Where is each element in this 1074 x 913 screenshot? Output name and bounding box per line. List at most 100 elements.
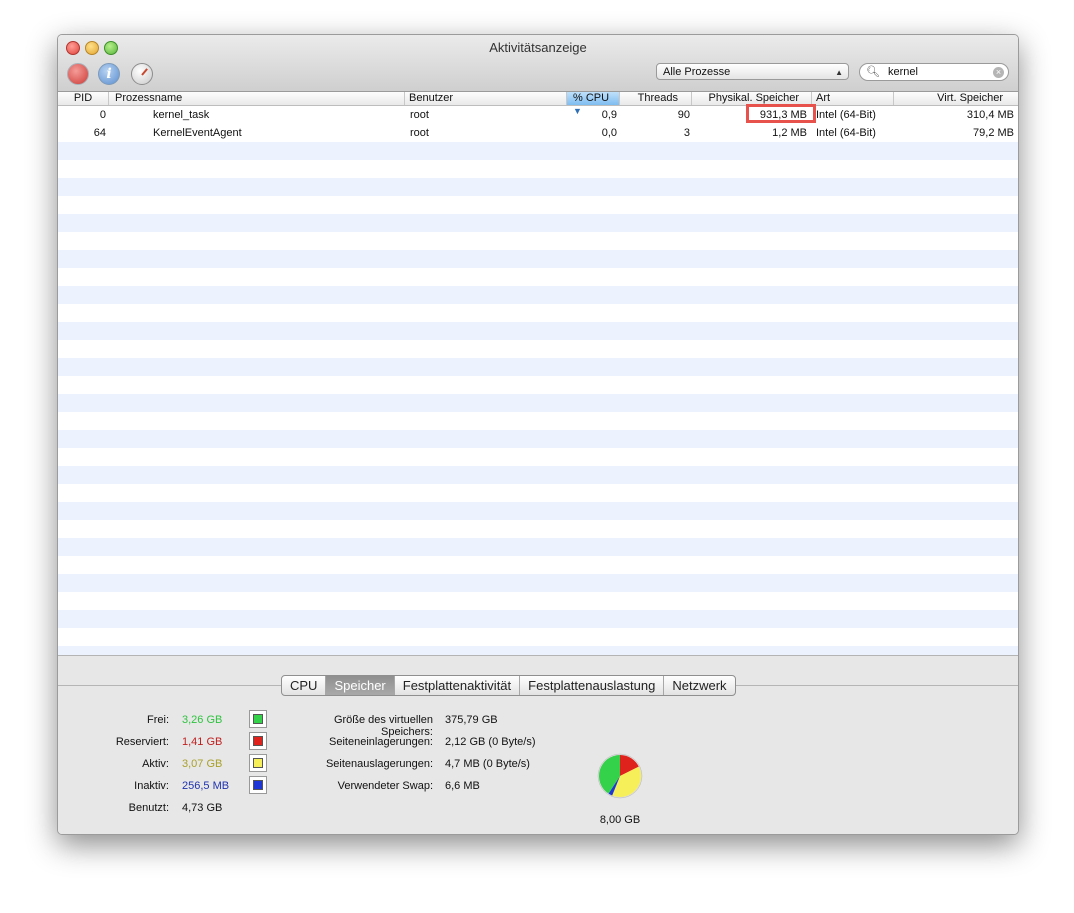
page-outs-label: Seitenauslagerungen:	[325, 758, 433, 770]
empty-row	[58, 466, 1018, 484]
quit-process-button[interactable]	[67, 63, 89, 85]
column-threads[interactable]: Threads	[620, 92, 692, 105]
activity-monitor-window: Aktivitätsanzeige i Alle Prozesse ▲ 🔍︎ k…	[57, 34, 1019, 835]
process-filter-value: Alle Prozesse	[663, 66, 731, 78]
empty-row	[58, 574, 1018, 592]
info-icon: i	[106, 66, 112, 82]
virtual-memory-cell: 310,4 MB	[966, 109, 1014, 121]
tab-disk-activity[interactable]: Festplattenaktivität	[395, 676, 521, 695]
table-header: PID Prozessname Benutzer % CPU ▼ Threads…	[58, 92, 1018, 116]
page-outs-value: 4,7 MB (0 Byte/s)	[445, 758, 530, 770]
empty-row	[58, 286, 1018, 304]
sample-process-button[interactable]	[131, 63, 153, 85]
active-value: 3,07 GB	[182, 758, 223, 770]
free-value: 3,26 GB	[182, 714, 223, 726]
empty-row	[58, 358, 1018, 376]
cpu-cell: 0,0	[601, 127, 617, 139]
empty-row	[58, 250, 1018, 268]
empty-row	[58, 556, 1018, 574]
titlebar: Aktivitätsanzeige i Alle Prozesse ▲ 🔍︎ k…	[58, 35, 1018, 92]
empty-row	[58, 232, 1018, 250]
process-filter-select[interactable]: Alle Prozesse ▲	[656, 63, 849, 80]
empty-row	[58, 196, 1018, 214]
empty-row	[58, 484, 1018, 502]
free-label: Frei:	[147, 714, 169, 726]
process-table: PID Prozessname Benutzer % CPU ▼ Threads…	[58, 92, 1018, 655]
empty-row	[58, 412, 1018, 430]
empty-row	[58, 628, 1018, 646]
search-field[interactable]: 🔍︎ kernel ×	[859, 63, 1009, 81]
empty-row	[58, 340, 1018, 358]
vm-size-value: 375,79 GB	[445, 714, 498, 726]
inspect-info-button[interactable]: i	[98, 63, 120, 85]
user-cell: root	[410, 127, 429, 139]
empty-row	[58, 610, 1018, 628]
column-user[interactable]: Benutzer	[405, 92, 567, 105]
user-cell: root	[410, 109, 429, 121]
wired-value: 1,41 GB	[182, 736, 223, 748]
empty-row	[58, 448, 1018, 466]
kind-cell: Intel (64-Bit)	[816, 127, 876, 139]
clear-search-icon[interactable]: ×	[993, 67, 1004, 78]
empty-row	[58, 322, 1018, 340]
vm-size-label: Größe des virtuellen Speichers:	[333, 714, 433, 738]
used-label: Benutzt:	[128, 802, 169, 814]
free-color-swatch[interactable]	[249, 710, 267, 728]
empty-row	[58, 592, 1018, 610]
empty-row	[58, 268, 1018, 286]
inactive-value: 256,5 MB	[182, 780, 230, 792]
pid-cell: 64	[93, 127, 106, 139]
empty-row	[58, 430, 1018, 448]
empty-row	[58, 502, 1018, 520]
empty-row	[58, 394, 1018, 412]
memory-pie-chart	[597, 753, 643, 799]
inactive-label: Inaktiv:	[134, 780, 169, 792]
page-ins-value: 2,12 GB (0 Byte/s)	[445, 736, 536, 748]
wired-color-swatch[interactable]	[249, 732, 267, 750]
panel-tabs: CPU Speicher Festplattenaktivität Festpl…	[281, 675, 736, 696]
swap-used-value: 6,6 MB	[445, 780, 480, 792]
column-process-name[interactable]: Prozessname	[109, 92, 405, 105]
search-input[interactable]: kernel	[888, 66, 918, 78]
inactive-color-swatch[interactable]	[249, 776, 267, 794]
empty-row-stripes	[58, 142, 1018, 655]
empty-row	[58, 160, 1018, 178]
process-name-cell: KernelEventAgent	[153, 127, 242, 139]
tab-cpu[interactable]: CPU	[282, 676, 327, 695]
column-cpu[interactable]: % CPU ▼	[567, 92, 620, 116]
empty-row	[58, 178, 1018, 196]
empty-row	[58, 538, 1018, 556]
tab-network[interactable]: Netzwerk	[664, 676, 734, 695]
empty-row	[58, 376, 1018, 394]
table-row[interactable]: 64 KernelEventAgent root 0,0 3 1,2 MB In…	[58, 124, 1018, 142]
highlight-annotation	[746, 104, 816, 123]
threads-cell: 3	[683, 127, 690, 139]
column-virtual-memory[interactable]: Virt. Speicher	[894, 92, 1018, 105]
column-pid[interactable]: PID	[58, 92, 109, 105]
empty-row	[58, 520, 1018, 538]
tab-disk-usage[interactable]: Festplattenauslastung	[520, 676, 665, 695]
window-title: Aktivitätsanzeige	[489, 40, 587, 55]
swap-used-label: Verwendeter Swap:	[337, 780, 433, 792]
process-name-cell: kernel_task	[153, 109, 210, 121]
cpu-cell: 0,9	[601, 109, 617, 121]
threads-cell: 90	[677, 109, 690, 121]
active-label: Aktiv:	[142, 758, 169, 770]
virtual-memory-cell: 79,2 MB	[973, 127, 1014, 139]
empty-row	[58, 304, 1018, 322]
wired-label: Reserviert:	[115, 736, 169, 748]
empty-row	[58, 646, 1018, 655]
pid-cell: 0	[99, 109, 106, 121]
empty-row	[58, 142, 1018, 160]
empty-row	[58, 214, 1018, 232]
table-row[interactable]: 0 kernel_task root 0,9 90 931,3 MB Intel…	[58, 106, 1018, 124]
pie-total-label: 8,00 GB	[599, 814, 641, 826]
column-kind[interactable]: Art	[812, 92, 894, 105]
updown-arrows-icon: ▲	[835, 68, 843, 77]
memory-panel: CPU Speicher Festplattenaktivität Festpl…	[58, 655, 1018, 834]
search-icon: 🔍︎	[866, 66, 880, 78]
active-color-swatch[interactable]	[249, 754, 267, 772]
process-rows: 0 kernel_task root 0,9 90 931,3 MB Intel…	[58, 106, 1018, 655]
physical-memory-cell: 1,2 MB	[772, 127, 807, 139]
tab-memory[interactable]: Speicher	[326, 676, 395, 695]
